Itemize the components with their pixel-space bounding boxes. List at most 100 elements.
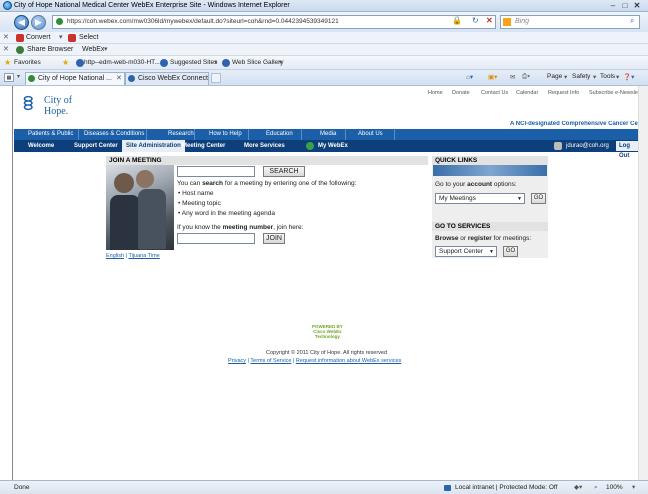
share-browser-button[interactable]: Share Browser: [27, 44, 73, 56]
services-select[interactable]: Support Center ▼: [435, 246, 497, 257]
vertical-scrollbar[interactable]: [638, 86, 648, 480]
close-window-button[interactable]: ✕: [632, 1, 642, 10]
privacy-link[interactable]: Privacy: [228, 358, 246, 364]
logo-line1: City of: [44, 95, 73, 106]
page-menu[interactable]: Page: [547, 73, 562, 80]
join-meeting-header: JOIN A MEETING: [106, 156, 428, 165]
top-link-home[interactable]: Home: [428, 90, 443, 96]
security-zone[interactable]: Local intranet | Protected Mode: Off: [455, 481, 557, 494]
go-to-services-header: GO TO SERVICES: [432, 222, 548, 231]
add-favorite-icon[interactable]: ★: [62, 56, 69, 70]
refresh-icon[interactable]: ↻: [472, 16, 479, 25]
top-link-contact[interactable]: Contact Us: [481, 90, 508, 96]
nav-research[interactable]: Research: [168, 129, 194, 140]
tab-favicon: [28, 75, 35, 82]
site-icon: [56, 18, 63, 25]
bullet-host-name: • Host name: [178, 190, 214, 197]
copyright-text: Copyright © 2011 City of Hope. All right…: [266, 350, 388, 356]
favorite-link-2[interactable]: Suggested Sites: [170, 56, 217, 70]
webex-menu-button[interactable]: WebEx: [82, 44, 104, 56]
stop-icon[interactable]: ✕: [486, 16, 493, 25]
window-titlebar: City of Hope National Medical Center Web…: [0, 0, 648, 12]
meeting-number-input[interactable]: [177, 233, 255, 244]
zoom-level[interactable]: 100%: [606, 481, 623, 494]
go-account-button[interactable]: GO: [531, 193, 546, 204]
nav-media[interactable]: Media: [320, 129, 336, 140]
home-icon[interactable]: ⌂▾: [466, 73, 473, 81]
quick-tabs-icon[interactable]: ▦: [4, 73, 14, 82]
subnav-welcome[interactable]: Welcome: [28, 140, 54, 152]
convert-button[interactable]: Convert: [26, 32, 51, 44]
tab-city-of-hope[interactable]: City of Hope National ...: [25, 72, 125, 85]
status-text: Done: [14, 484, 30, 491]
maximize-button[interactable]: □: [620, 1, 630, 10]
address-input[interactable]: https://coh.webex.com/mw0306ld/mywebex/d…: [52, 15, 496, 29]
forward-button[interactable]: ▶: [31, 15, 46, 30]
feeds-icon[interactable]: ▣▾: [488, 73, 497, 81]
favorite-link-1[interactable]: http--edm-web-m030-HT...: [84, 56, 160, 70]
favorite-link-3[interactable]: Web Slice Gallery: [232, 56, 284, 70]
search-button[interactable]: SEARCH: [263, 166, 305, 177]
tab-cisco-webex-connect[interactable]: Cisco WebEx Connect: [125, 72, 209, 85]
ie-icon: [3, 1, 12, 10]
help-icon[interactable]: ❓▾: [623, 73, 634, 81]
safety-menu[interactable]: Safety: [572, 73, 590, 80]
print-icon[interactable]: ⎙▾: [522, 73, 530, 81]
bullet-meeting-topic: • Meeting topic: [178, 200, 221, 207]
search-description: You can search for a meeting by entering…: [177, 180, 357, 187]
nav-education[interactable]: Education: [266, 129, 293, 140]
new-tab-button[interactable]: [211, 73, 221, 83]
back-button[interactable]: ◀: [14, 15, 29, 30]
nav-how-to-help[interactable]: How to Help: [209, 129, 242, 140]
meeting-number-label: If you know the meeting number, join her…: [177, 224, 304, 231]
tools-menu[interactable]: Tools: [600, 73, 615, 80]
language-link[interactable]: English | Tijuana Time: [106, 253, 160, 259]
lock-icon[interactable]: 🔒: [452, 16, 462, 25]
favorites-button[interactable]: Favorites: [14, 56, 41, 70]
close-toolbar-icon[interactable]: ✕: [3, 44, 9, 56]
top-link-request-info[interactable]: Request Info: [548, 90, 579, 96]
logo-line2: Hope.: [44, 106, 69, 117]
search-input[interactable]: Bing: [500, 15, 640, 29]
subnav-my-webex[interactable]: My WebEx: [318, 140, 348, 152]
suggested-dropdown-icon[interactable]: ▾: [214, 56, 217, 70]
subnav-more-services[interactable]: More Services: [244, 140, 285, 152]
top-link-calendar[interactable]: Calendar: [516, 90, 538, 96]
convert-toolbar: ✕ Convert ▾ Select: [0, 32, 648, 44]
addons-icon[interactable]: ◆▾: [574, 481, 582, 494]
select-button[interactable]: Select: [79, 32, 98, 44]
nav-diseases-conditions[interactable]: Diseases & Conditions: [84, 129, 144, 140]
logout-button[interactable]: Log Out: [616, 141, 638, 159]
account-options-label: Go to your account options:: [435, 181, 517, 188]
subnav-site-administration[interactable]: Site Administration: [122, 140, 185, 152]
tab-list-icon[interactable]: ▾: [17, 73, 20, 80]
webslice-dropdown-icon[interactable]: ▾: [279, 56, 282, 70]
account-select[interactable]: My Meetings ▼: [435, 193, 525, 204]
powered-by-webex: POWERED BY Cisco WebEx Technology: [312, 324, 343, 339]
mail-icon[interactable]: ✉: [510, 73, 515, 81]
request-info-link[interactable]: Request information about WebEx services: [296, 358, 401, 364]
webex-dropdown-icon[interactable]: ▾: [104, 44, 108, 56]
favorites-bar: ★ Favorites ★ http--edm-web-m030-HT... S…: [0, 56, 648, 70]
nav-about-us[interactable]: About Us: [358, 129, 383, 140]
minimize-button[interactable]: –: [608, 1, 618, 10]
subnav-meeting-center[interactable]: Meeting Center: [182, 140, 225, 152]
search-icon[interactable]: ⌕: [630, 16, 634, 26]
webex-toolbar: ✕ Share Browser WebEx ▾: [0, 44, 648, 56]
page-icon: [160, 59, 168, 67]
services-label: Browse or register for meetings:: [435, 235, 532, 242]
my-webex-icon: [306, 142, 314, 150]
nav-patients-public[interactable]: Patients & Public: [28, 129, 73, 140]
top-link-donate[interactable]: Donate: [452, 90, 470, 96]
top-link-subscribe[interactable]: Subscribe e-Newsletter: [589, 90, 638, 96]
subnav-support-center[interactable]: Support Center: [74, 140, 118, 152]
convert-dropdown-icon[interactable]: ▾: [59, 32, 63, 44]
meeting-search-input[interactable]: [177, 166, 255, 177]
close-tab-icon[interactable]: ✕: [116, 74, 122, 82]
join-button[interactable]: JOIN: [263, 233, 285, 244]
close-toolbar-icon[interactable]: ✕: [3, 32, 9, 44]
terms-link[interactable]: Terms of Service: [250, 358, 291, 364]
go-services-button[interactable]: GO: [503, 246, 518, 257]
site-tagline: A NCI-designated Comprehensive Cancer Ce…: [510, 121, 638, 127]
zoom-dropdown-icon[interactable]: ▾: [632, 481, 635, 494]
